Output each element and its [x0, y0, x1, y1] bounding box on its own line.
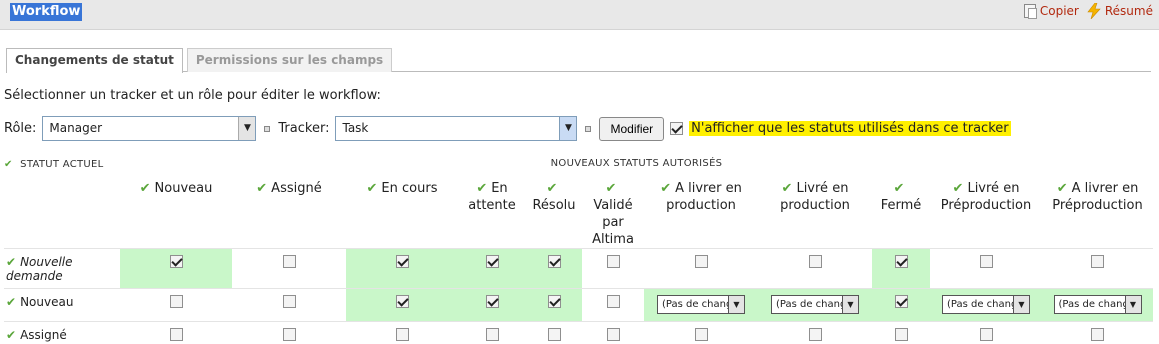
transition-checkbox[interactable]	[170, 328, 183, 341]
transition-checkbox[interactable]	[283, 255, 296, 268]
field-rule-select[interactable]: (Pas de changer▼	[942, 295, 1030, 314]
column-header-row: ✔Nouveau ✔Assigné ✔En cours ✔Enattente ✔…	[4, 176, 1153, 249]
new-status-header: NOUVEAUX STATUTS AUTORISÉS	[120, 156, 1153, 176]
top-bar: Workflow Copier Résumé	[0, 0, 1159, 30]
col-header[interactable]: ✔Enattente	[458, 176, 526, 249]
copy-link[interactable]: Copier	[1024, 4, 1079, 18]
transition-checkbox[interactable]	[895, 328, 908, 341]
transition-checkbox[interactable]	[170, 295, 183, 308]
copy-icon	[1024, 4, 1036, 18]
transition-checkbox[interactable]	[695, 328, 708, 341]
role-value: Manager	[49, 121, 102, 135]
transition-checkbox[interactable]	[396, 328, 409, 341]
col-header[interactable]: ✔En cours	[346, 176, 458, 249]
transition-checkbox[interactable]	[809, 255, 822, 268]
transition-checkbox[interactable]	[283, 328, 296, 341]
tab-field-permissions[interactable]: Permissions sur les champs	[187, 48, 392, 72]
transition-checkbox[interactable]	[486, 295, 499, 308]
col-header[interactable]: ✔A livrer enproduction	[644, 176, 758, 249]
summary-link[interactable]: Résumé	[1087, 3, 1153, 19]
field-rule-select[interactable]: (Pas de changer▼	[771, 295, 859, 314]
role-select[interactable]: Manager ▼	[42, 116, 256, 141]
table-row: ✔Nouvelledemande	[4, 249, 1153, 289]
transition-checkbox[interactable]	[486, 328, 499, 341]
field-rule-select[interactable]: (Pas de changer▼	[1054, 295, 1142, 314]
role-options-icon[interactable]	[264, 126, 270, 132]
chevron-down-icon: ▼	[728, 296, 744, 313]
chevron-down-icon: ▼	[1013, 296, 1029, 313]
row-label[interactable]: ✔Assigné	[4, 322, 120, 344]
transition-checkbox[interactable]	[809, 328, 822, 341]
row-label[interactable]: ✔Nouvelledemande	[4, 249, 120, 289]
transition-checkbox[interactable]	[396, 295, 409, 308]
chevron-down-icon: ▼	[1125, 296, 1141, 313]
chevron-down-icon: ▼	[238, 117, 255, 140]
transition-checkbox[interactable]	[548, 295, 561, 308]
tracker-options-icon[interactable]	[585, 126, 591, 132]
col-header[interactable]: ✔Nouveau	[120, 176, 232, 249]
copy-label: Copier	[1040, 4, 1079, 18]
check-icon: ✔	[4, 159, 13, 170]
transition-checkbox[interactable]	[980, 328, 993, 341]
header-actions: Copier Résumé	[1024, 3, 1153, 19]
transition-checkbox[interactable]	[486, 255, 499, 268]
col-header[interactable]: ✔A livrer enPréproduction	[1042, 176, 1153, 249]
tab-status-changes[interactable]: Changements de statut	[6, 48, 183, 73]
lightning-icon	[1087, 3, 1101, 19]
workflow-table: ✔ STATUT ACTUEL NOUVEAUX STATUTS AUTORIS…	[4, 156, 1153, 344]
tab-bar: Changements de statut Permissions sur le…	[6, 48, 1151, 72]
transition-checkbox[interactable]	[1091, 255, 1104, 268]
intro-text: Sélectionner un tracker et un rôle pour …	[4, 88, 381, 103]
transition-checkbox[interactable]	[895, 295, 908, 308]
col-header[interactable]: ✔Résolu	[526, 176, 582, 249]
filter-controls: Rôle: Manager ▼ Tracker: Task ▼ Modifier…	[4, 116, 1011, 141]
summary-label: Résumé	[1105, 4, 1153, 18]
transition-checkbox[interactable]	[895, 255, 908, 268]
transition-checkbox[interactable]	[607, 328, 620, 341]
chevron-down-icon: ▼	[559, 117, 576, 140]
page-title: Workflow	[10, 3, 82, 21]
row-label[interactable]: ✔Nouveau	[4, 289, 120, 322]
role-label: Rôle:	[4, 121, 36, 136]
col-header[interactable]: ✔Assigné	[232, 176, 346, 249]
tracker-select[interactable]: Task ▼	[335, 116, 577, 141]
only-used-checkbox[interactable]	[670, 122, 683, 135]
col-header[interactable]: ✔ValidéparAltima	[582, 176, 644, 249]
current-status-header: ✔ STATUT ACTUEL	[4, 156, 120, 176]
col-header[interactable]: ✔Livré enproduction	[758, 176, 872, 249]
table-row: ✔Nouveau (Pas de changer▼ (Pas de change…	[4, 289, 1153, 322]
transition-checkbox[interactable]	[695, 255, 708, 268]
tracker-label: Tracker:	[278, 121, 329, 136]
transition-checkbox[interactable]	[548, 328, 561, 341]
transition-checkbox[interactable]	[607, 295, 620, 308]
col-header[interactable]: ✔Fermé	[872, 176, 930, 249]
col-header[interactable]: ✔Livré enPréproduction	[930, 176, 1042, 249]
transition-checkbox[interactable]	[396, 255, 409, 268]
tracker-value: Task	[342, 121, 368, 135]
transition-checkbox[interactable]	[170, 255, 183, 268]
transition-checkbox[interactable]	[607, 255, 620, 268]
transition-checkbox[interactable]	[283, 295, 296, 308]
transition-checkbox[interactable]	[980, 255, 993, 268]
field-rule-select[interactable]: (Pas de changer▼	[657, 295, 745, 314]
transition-checkbox[interactable]	[548, 255, 561, 268]
only-used-label: N'afficher que les statuts utilisés dans…	[689, 121, 1010, 136]
modify-button[interactable]: Modifier	[599, 117, 664, 141]
transition-checkbox[interactable]	[1091, 328, 1104, 341]
chevron-down-icon: ▼	[842, 296, 858, 313]
table-row: ✔Assigné	[4, 322, 1153, 344]
